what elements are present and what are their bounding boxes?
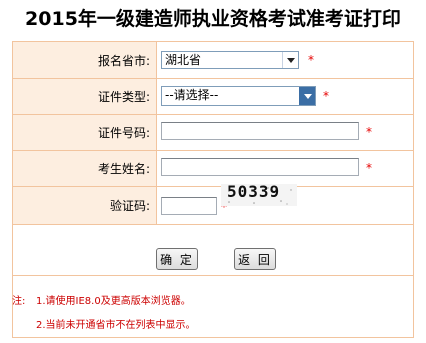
captcha-image[interactable]: 50339 (221, 184, 297, 206)
chevron-down-icon[interactable] (282, 52, 298, 68)
note-line-1: 1.请使用IE8.0及更高版本浏览器。 (36, 296, 191, 307)
required-mark: * (308, 53, 314, 67)
id-type-select[interactable]: --请选择-- (161, 86, 316, 106)
captcha-input[interactable] (161, 197, 217, 215)
note-prefix: 注: (12, 296, 26, 307)
required-mark: * (366, 161, 372, 175)
id-number-input[interactable] (161, 122, 359, 140)
id-type-selected-value: --请选择-- (165, 88, 219, 102)
row-id-type: 证件类型: --请选择-- * (13, 79, 413, 115)
row-buttons: 确 定 返 回 (13, 225, 413, 276)
form-table: 报名省市: 湖北省 * 证件类型: --请选择-- * 证件号码: * 考生姓名… (12, 41, 414, 338)
required-mark: * (366, 125, 372, 139)
required-mark: * (323, 89, 329, 103)
note-line-2: 2.当前未开通省市不在列表中显示。 (36, 320, 196, 331)
id-type-label: 证件类型: (13, 79, 157, 114)
province-select[interactable]: 湖北省 (161, 51, 299, 69)
province-label: 报名省市: (13, 42, 157, 78)
back-button[interactable]: 返 回 (234, 248, 276, 270)
row-province: 报名省市: 湖北省 * (13, 42, 413, 79)
captcha-text: 50339 (227, 184, 281, 201)
row-id-number: 证件号码: * (13, 115, 413, 151)
id-number-label: 证件号码: (13, 115, 157, 150)
page-title: 2015年一级建造师执业资格考试准考证打印 (25, 8, 401, 30)
province-selected-value: 湖北省 (165, 53, 202, 67)
row-captcha: 验证码: * (13, 187, 413, 225)
name-input[interactable] (161, 158, 359, 176)
name-label: 考生姓名: (13, 151, 157, 186)
chevron-down-icon[interactable] (299, 87, 315, 105)
captcha-label: 验证码: (13, 187, 157, 224)
row-name: 考生姓名: * (13, 151, 413, 187)
confirm-button[interactable]: 确 定 (156, 248, 198, 270)
